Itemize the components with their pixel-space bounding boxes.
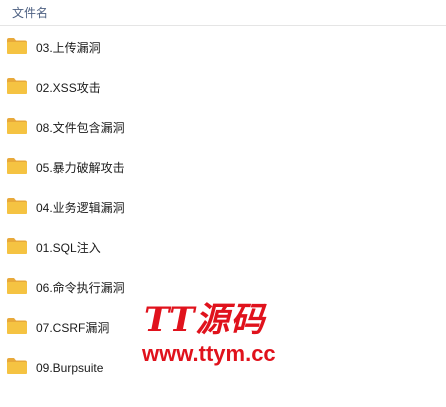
file-name: 07.CSRF漏洞 xyxy=(36,321,110,335)
folder-icon xyxy=(6,157,28,175)
file-name: 02.XSS攻击 xyxy=(36,81,101,95)
file-name: 08.文件包含漏洞 xyxy=(36,121,125,135)
file-row[interactable]: 07.CSRF漏洞 xyxy=(0,308,446,348)
file-row[interactable]: 09.Burpsuite xyxy=(0,348,446,388)
file-row[interactable]: 02.XSS攻击 xyxy=(0,68,446,108)
folder-icon xyxy=(6,237,28,255)
folder-icon xyxy=(6,37,28,55)
folder-icon xyxy=(6,357,28,375)
folder-icon xyxy=(6,277,28,295)
file-explorer-pane: 文件名 03.上传漏洞 02.XSS攻击 08.文件包含漏洞 05.暴力破解攻击 04.… xyxy=(0,0,446,407)
file-list: 03.上传漏洞 02.XSS攻击 08.文件包含漏洞 05.暴力破解攻击 04.业务逻辑… xyxy=(0,28,446,388)
column-header-name[interactable]: 文件名 xyxy=(0,0,446,26)
file-name: 03.上传漏洞 xyxy=(36,41,101,55)
file-row[interactable]: 06.命令执行漏洞 xyxy=(0,268,446,308)
file-name: 09.Burpsuite xyxy=(36,361,104,375)
file-row[interactable]: 01.SQL注入 xyxy=(0,228,446,268)
file-row[interactable]: 03.上传漏洞 xyxy=(0,28,446,68)
file-row[interactable]: 04.业务逻辑漏洞 xyxy=(0,188,446,228)
folder-icon xyxy=(6,197,28,215)
file-name: 06.命令执行漏洞 xyxy=(36,281,125,295)
file-name: 04.业务逻辑漏洞 xyxy=(36,201,125,215)
folder-icon xyxy=(6,117,28,135)
file-row[interactable]: 08.文件包含漏洞 xyxy=(0,108,446,148)
file-name: 05.暴力破解攻击 xyxy=(36,161,125,175)
folder-icon xyxy=(6,77,28,95)
folder-icon xyxy=(6,317,28,335)
file-row[interactable]: 05.暴力破解攻击 xyxy=(0,148,446,188)
file-name: 01.SQL注入 xyxy=(36,241,101,255)
